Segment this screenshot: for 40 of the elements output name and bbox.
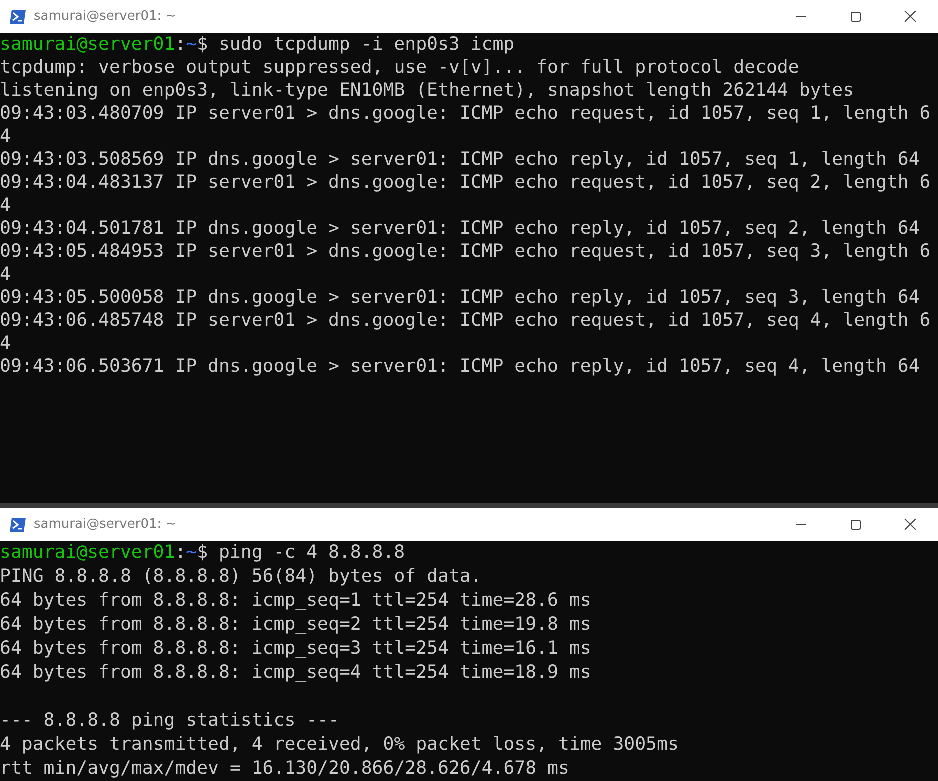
close-icon: [904, 518, 917, 531]
output-line: listening on enp0s3, link-type EN10MB (Ethernet), snapshot length 262144 bytes: [0, 80, 854, 101]
output-line: rtt min/avg/max/mdev = 16.130/20.866/28.626/4.678 ms: [0, 758, 570, 779]
prompt-user-host: samurai@server01: [0, 542, 176, 563]
output-line: 4 packets transmitted, 4 received, 0% packet loss, time 3005ms: [0, 734, 679, 755]
window-title: samurai@server01: ~: [34, 517, 177, 532]
output-line: 4: [0, 126, 11, 147]
command-text: sudo tcpdump -i enp0s3 icmp: [218, 34, 515, 55]
output-line: 09:43:03.480709 IP server01 > dns.google: ICMP echo request, id 1057, seq 1, length 6: [0, 103, 931, 124]
output-line: 09:43:05.484953 IP server01 > dns.google: ICMP echo request, id 1057, seq 3, length 6: [0, 241, 931, 262]
close-icon: [904, 10, 917, 23]
output-line: PING 8.8.8.8 (8.8.8.8) 56(84) bytes of data.: [0, 566, 482, 587]
output-line: tcpdump: verbose output suppressed, use -v[v]... for full protocol decode: [0, 57, 800, 78]
prompt-separator: :: [175, 542, 186, 563]
output-line: 09:43:06.485748 IP server01 > dns.google: ICMP echo request, id 1057, seq 4, length 6: [0, 310, 931, 331]
output-line: 09:43:04.483137 IP server01 > dns.google: ICMP echo request, id 1057, seq 2, length 6: [0, 172, 931, 193]
output-line: --- 8.8.8.8 ping statistics ---: [0, 710, 340, 731]
output-line: 09:43:04.501781 IP dns.google > server01: ICMP echo reply, id 1057, seq 2, length 64: [0, 218, 920, 239]
prompt-path: ~: [186, 34, 198, 55]
output-line: 64 bytes from 8.8.8.8: icmp_seq=2 ttl=254 time=19.8 ms: [0, 614, 592, 635]
output-line: 64 bytes from 8.8.8.8: icmp_seq=4 ttl=254 time=18.9 ms: [0, 662, 592, 683]
prompt-separator: :: [175, 34, 186, 55]
output-line: 64 bytes from 8.8.8.8: icmp_seq=1 ttl=254 time=28.6 ms: [0, 590, 592, 611]
output-line: 4: [0, 195, 11, 216]
output-line: 09:43:03.508569 IP dns.google > server01: ICMP echo reply, id 1057, seq 1, length 64: [0, 149, 920, 170]
prompt-symbol: $: [197, 34, 208, 55]
prompt-user-host: samurai@server01: [0, 34, 176, 55]
output-line: 09:43:05.500058 IP dns.google > server01: ICMP echo reply, id 1057, seq 3, length 64: [0, 287, 920, 308]
maximize-icon: [850, 518, 862, 530]
prompt-symbol: $: [197, 542, 208, 563]
output-line: 4: [0, 264, 11, 285]
prompt-path: ~: [186, 542, 198, 563]
output-line: 4: [0, 333, 11, 354]
output-line: 09:43:06.503671 IP dns.google > server01: ICMP echo reply, id 1057, seq 4, length 64: [0, 356, 920, 377]
window-title: samurai@server01: ~: [34, 9, 177, 24]
terminal-app-icon: [10, 518, 26, 532]
command-text: ping -c 4 8.8.8.8: [218, 542, 406, 563]
maximize-icon: [850, 10, 862, 22]
terminal-app-icon: [10, 10, 26, 24]
output-line: 64 bytes from 8.8.8.8: icmp_seq=3 ttl=254 time=16.1 ms: [0, 638, 592, 659]
